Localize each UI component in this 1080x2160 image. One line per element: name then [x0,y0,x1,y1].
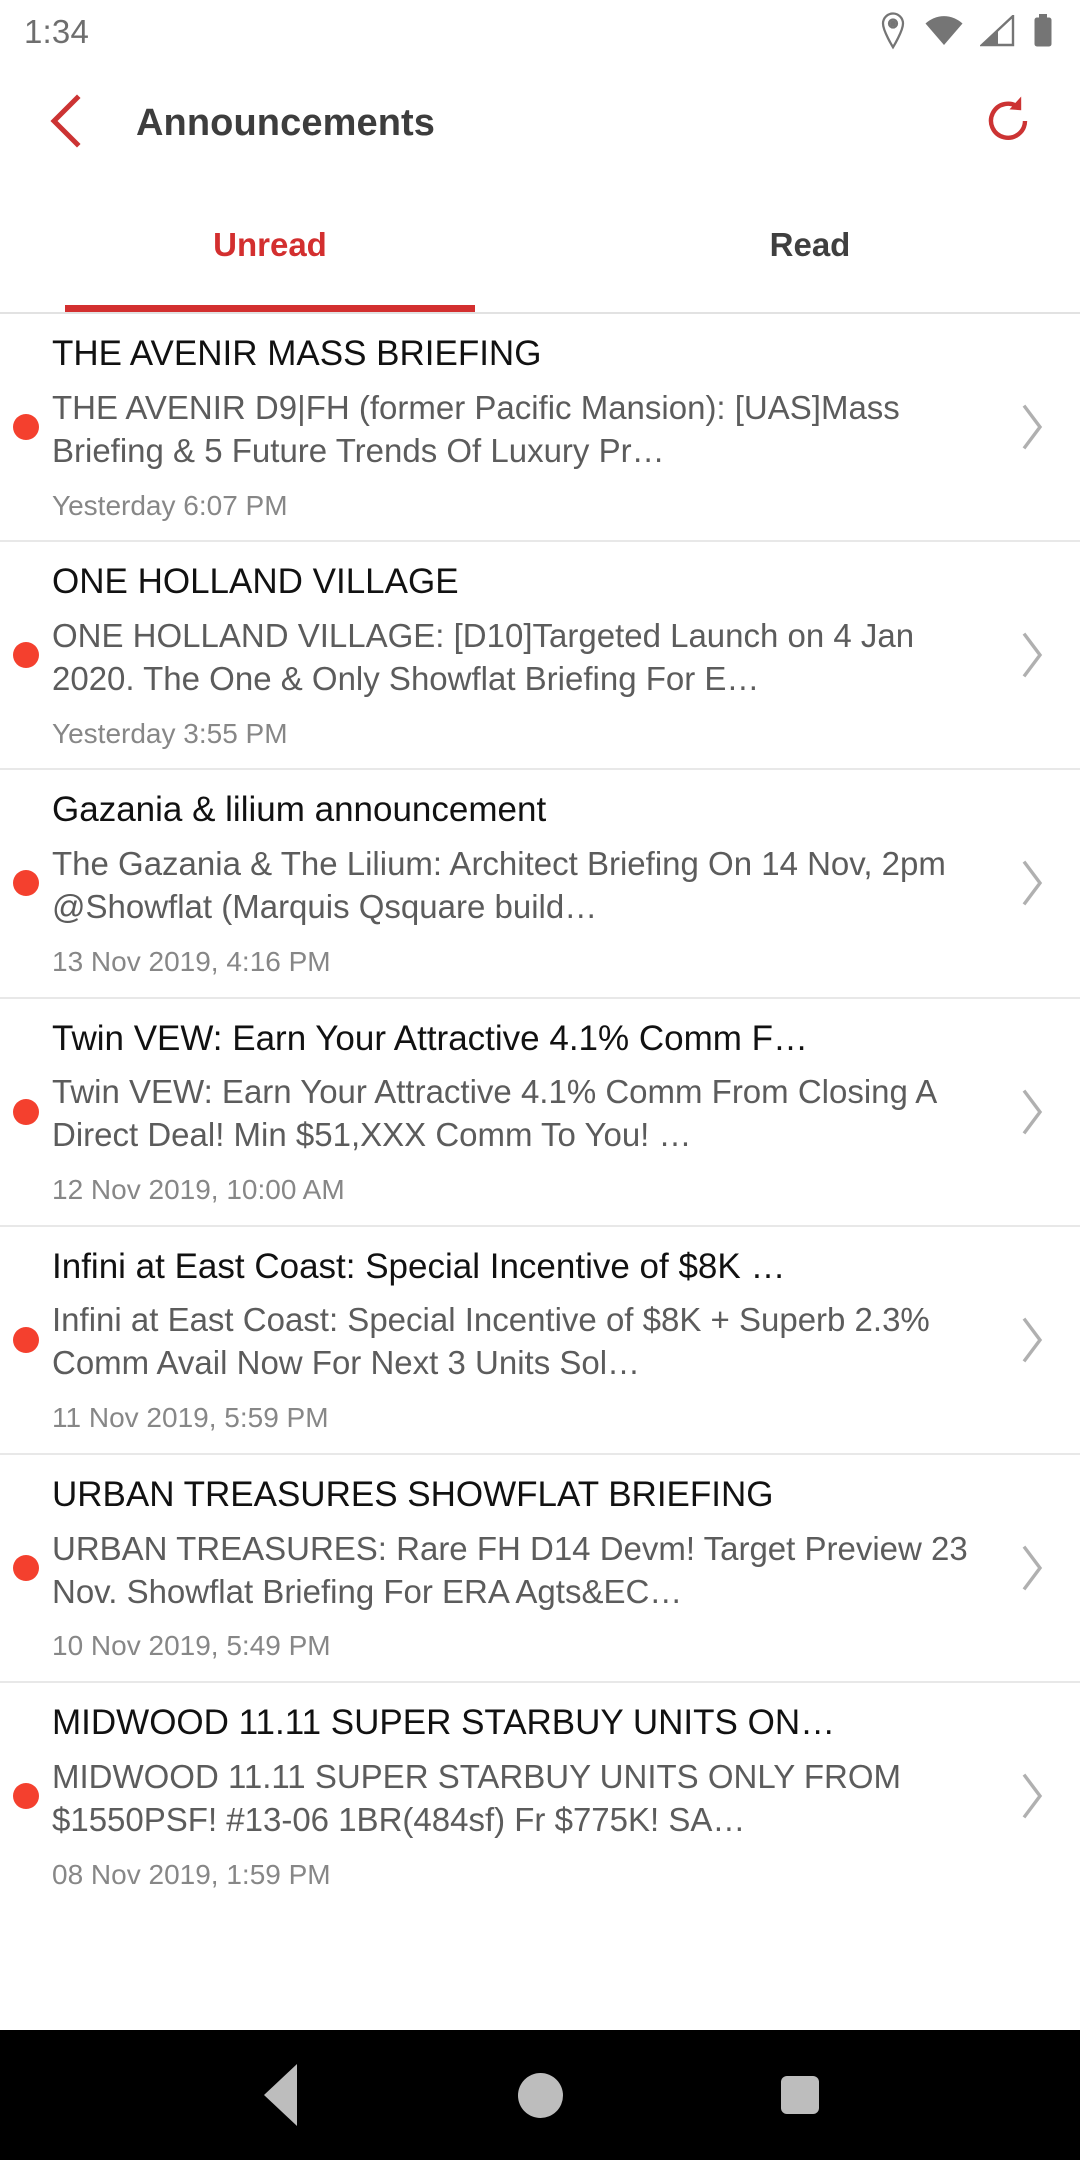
unread-indicator-column [0,1455,52,1681]
location-pin-icon [878,12,908,50]
announcement-timestamp: 11 Nov 2019, 5:59 PM [52,1402,329,1434]
announcement-timestamp: 08 Nov 2019, 1:59 PM [52,1858,331,1890]
announcement-snippet: Twin VEW: Earn Your Attractive 4.1% Comm… [52,1073,936,1154]
status-bar-clock: 1:34 [24,12,90,50]
announcement-title: MIDWOOD 11.11 SUPER STARBUY UNITS ON… [52,1703,836,1743]
chevron-right-icon[interactable] [984,542,1080,768]
unread-indicator-column [0,314,52,540]
nav-recents-button[interactable] [740,2035,860,2155]
announcement-snippet: URBAN TREASURES: Rare FH D14 Devm! Targe… [52,1529,968,1610]
circle-home-icon [517,2072,563,2118]
tab-read[interactable]: Read [540,184,1080,312]
chevron-right-icon[interactable] [984,314,1080,540]
unread-dot-icon [13,870,39,897]
table-row[interactable]: Gazania & lilium announcement The Gazani… [0,770,1080,999]
announcement-snippet: THE AVENIR D9|FH (former Pacific Mansion… [52,388,900,469]
announcement-timestamp: Yesterday 6:07 PM [52,489,288,521]
system-navigation-bar [0,2030,1080,2160]
announcement-timestamp: 13 Nov 2019, 4:16 PM [52,945,331,977]
unread-dot-icon [13,1783,39,1810]
announcement-title: Gazania & lilium announcement [52,790,547,830]
unread-dot-icon [13,414,39,441]
app-screen: 1:34 Announcements Unread Read THE AVENI… [0,0,1080,2160]
announcement-content: URBAN TREASURES SHOWFLAT BRIEFING URBAN … [52,1455,984,1681]
table-row[interactable]: ONE HOLLAND VILLAGE ONE HOLLAND VILLAGE:… [0,542,1080,771]
announcement-timestamp: 10 Nov 2019, 5:49 PM [52,1630,331,1662]
announcement-content: THE AVENIR MASS BRIEFING THE AVENIR D9|F… [52,314,984,540]
chevron-left-icon [45,93,89,154]
table-row[interactable]: Twin VEW: Earn Your Attractive 4.1% Comm… [0,998,1080,1227]
announcement-title: Twin VEW: Earn Your Attractive 4.1% Comm… [52,1018,809,1058]
unread-indicator-column [0,1683,52,1909]
announcement-snippet: MIDWOOD 11.11 SUPER STARBUY UNITS ONLY F… [52,1757,901,1838]
unread-indicator-column [0,1227,52,1453]
page-title: Announcements [136,101,435,144]
app-bar: Announcements [0,62,1080,184]
unread-dot-icon [13,1098,39,1125]
table-row[interactable]: Infini at East Coast: Special Incentive … [0,1226,1080,1455]
unread-dot-icon [13,642,39,669]
tab-unread-label: Unread [213,226,327,263]
square-recents-icon [781,2076,819,2114]
unread-indicator-column [0,770,52,996]
announcement-content: ONE HOLLAND VILLAGE ONE HOLLAND VILLAGE:… [52,542,984,768]
announcement-content: Infini at East Coast: Special Incentive … [52,1227,984,1453]
status-bar: 1:34 [0,0,1080,62]
tab-read-label: Read [769,226,851,263]
announcement-title: THE AVENIR MASS BRIEFING [52,334,542,373]
table-row[interactable]: URBAN TREASURES SHOWFLAT BRIEFING URBAN … [0,1454,1080,1684]
announcement-content: MIDWOOD 11.11 SUPER STARBUY UNITS ON… MI… [52,1683,984,1909]
nav-back-button[interactable] [220,2035,340,2155]
triangle-back-icon [263,2064,297,2126]
unread-dot-icon [13,1326,39,1353]
back-button[interactable] [30,86,104,160]
status-bar-icons [878,12,1054,50]
announcement-content: Gazania & lilium announcement The Gazani… [52,770,984,996]
announcement-list[interactable]: THE AVENIR MASS BRIEFING THE AVENIR D9|F… [0,314,1080,2030]
refresh-icon [980,93,1036,154]
refresh-button[interactable] [970,85,1046,161]
table-row[interactable]: THE AVENIR MASS BRIEFING THE AVENIR D9|F… [0,314,1080,543]
unread-indicator-column [0,542,52,768]
announcement-content: Twin VEW: Earn Your Attractive 4.1% Comm… [52,999,984,1225]
tab-unread[interactable]: Unread [0,184,540,312]
announcement-title: Infini at East Coast: Special Incentive … [52,1246,786,1286]
cellular-signal-icon [980,15,1016,47]
announcement-snippet: ONE HOLLAND VILLAGE: [D10]Targeted Launc… [52,616,915,697]
announcement-snippet: Infini at East Coast: Special Incentive … [52,1301,930,1382]
chevron-right-icon[interactable] [984,1455,1080,1681]
chevron-right-icon[interactable] [984,1227,1080,1453]
announcement-timestamp: Yesterday 3:55 PM [52,717,288,749]
announcement-snippet: The Gazania & The Lilium: Architect Brie… [52,845,946,926]
chevron-right-icon[interactable] [984,1683,1080,1909]
chevron-right-icon[interactable] [984,999,1080,1225]
table-row[interactable]: MIDWOOD 11.11 SUPER STARBUY UNITS ON… MI… [0,1683,1080,1910]
announcement-title: URBAN TREASURES SHOWFLAT BRIEFING [52,1474,774,1514]
battery-icon [1032,14,1054,48]
tab-bar: Unread Read [0,184,1080,314]
chevron-right-icon[interactable] [984,770,1080,996]
announcement-timestamp: 12 Nov 2019, 10:00 AM [52,1174,345,1206]
announcement-title: ONE HOLLAND VILLAGE [52,562,459,602]
unread-indicator-column [0,999,52,1225]
nav-home-button[interactable] [480,2035,600,2155]
wifi-icon [924,15,964,47]
unread-dot-icon [13,1554,39,1581]
